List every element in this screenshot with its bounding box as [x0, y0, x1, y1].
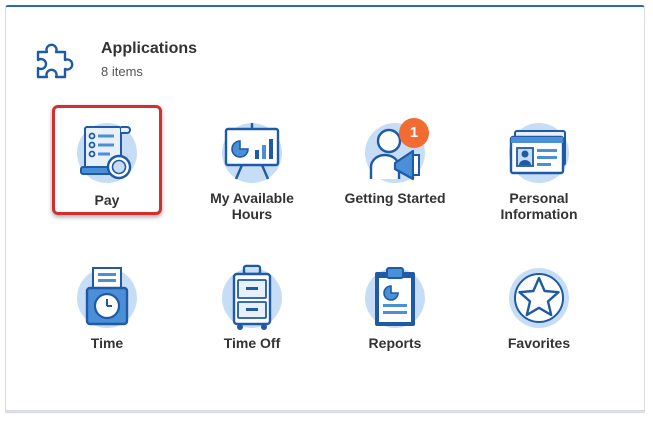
clipboard-report-icon [365, 267, 425, 328]
app-label: Pay [94, 192, 120, 208]
page-title: Applications [101, 40, 198, 57]
presentation-chart-icon [222, 123, 282, 183]
item-count: 8 items [101, 64, 143, 79]
app-tile-time[interactable]: Time [52, 250, 162, 360]
app-label: Getting Started [344, 190, 446, 206]
card-shadow [5, 410, 645, 414]
app-tile-reports[interactable]: Reports [340, 250, 450, 360]
puzzle-icon [36, 43, 74, 79]
notification-badge: 1 [399, 118, 429, 148]
app-label: Reports [368, 335, 422, 351]
app-tile-favorites[interactable]: Favorites [484, 250, 594, 360]
suitcase-icon [222, 264, 282, 330]
star-icon [509, 268, 569, 328]
app-label: Time [90, 335, 124, 351]
time-clock-icon [77, 267, 137, 328]
app-label: Favorites [507, 335, 571, 351]
app-label: Time Off [223, 335, 281, 351]
app-tile-pay[interactable]: Pay [52, 105, 162, 215]
pay-icon [77, 123, 137, 183]
app-tile-personal-information[interactable]: Personal Information [484, 105, 594, 222]
app-label: Personal Information [500, 190, 578, 222]
id-card-icon [509, 123, 569, 183]
app-tile-time-off[interactable]: Time Off [197, 250, 307, 360]
app-tile-getting-started[interactable]: Getting Started [340, 105, 450, 215]
app-tile-my-available-hours[interactable]: My Available Hours [197, 105, 307, 222]
app-label: My Available Hours [210, 190, 294, 222]
